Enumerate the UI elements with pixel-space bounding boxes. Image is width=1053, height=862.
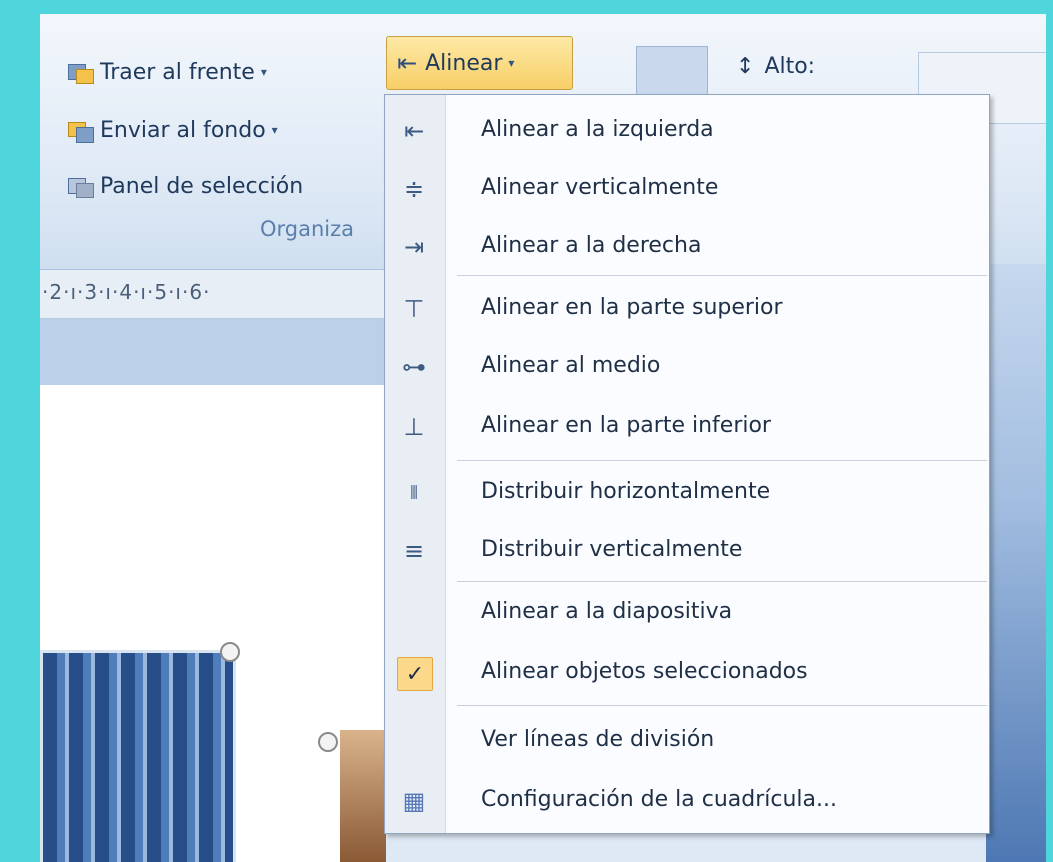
menu-item-label: Distribuir horizontalmente — [481, 479, 771, 504]
menu-item-label: Alinear a la derecha — [481, 233, 702, 258]
align-icon: ⇤ — [397, 49, 418, 77]
grid-icon: ▦ — [402, 787, 426, 815]
resize-handle[interactable] — [318, 732, 338, 752]
enviar-al-fondo-button[interactable]: Enviar al fondo ▾ — [68, 110, 278, 150]
enviar-al-fondo-label: Enviar al fondo — [100, 117, 266, 143]
align-bottom-icon: ⊥ — [403, 413, 425, 441]
traer-al-frente-button[interactable]: Traer al frente ▾ — [68, 52, 267, 92]
alinear-button[interactable]: ⇤ Alinear ▾ — [386, 36, 573, 90]
align-middle-icon: ⊶ — [402, 353, 426, 381]
traer-al-frente-label: Traer al frente — [100, 59, 255, 85]
dropdown-arrow-icon: ▾ — [271, 123, 278, 137]
resize-handle[interactable] — [220, 642, 240, 662]
checkmark-icon: ✓ — [397, 657, 433, 691]
menu-item-alinear-verticalmente[interactable]: ≑ Alinear verticalmente — [385, 163, 989, 215]
align-center-icon: ≑ — [403, 175, 425, 203]
menu-item-label: Alinear a la izquierda — [481, 117, 714, 142]
alinear-label: Alinear — [425, 50, 503, 76]
menu-item-alinear-inferior[interactable]: ⊥ Alinear en la parte inferior — [385, 401, 989, 453]
ruler-ticks: ·2·ı·3·ı·4·ı·5·ı·6· — [42, 280, 211, 304]
dropdown-arrow-icon: ▾ — [508, 56, 515, 70]
selection-pane-icon — [68, 174, 94, 198]
panel-de-seleccion-button[interactable]: Panel de selección — [68, 166, 303, 206]
menu-item-distribuir-horizontal[interactable]: ⫴ Distribuir horizontalmente — [385, 467, 989, 519]
distribute-vertical-icon: ≡ — [403, 537, 425, 565]
menu-item-label: Configuración de la cuadrícula... — [481, 787, 837, 812]
menu-item-label: Alinear en la parte superior — [481, 295, 783, 320]
menu-item-configuracion-cuadricula[interactable]: ▦ Configuración de la cuadrícula... — [385, 775, 989, 827]
menu-separator — [457, 275, 987, 276]
slide-image-2[interactable] — [340, 730, 386, 862]
menu-item-label: Alinear a la diapositiva — [481, 599, 733, 624]
menu-item-label: Ver líneas de división — [481, 727, 715, 752]
slide-edge — [986, 264, 1046, 862]
menu-item-ver-lineas-division[interactable]: Ver líneas de división — [385, 715, 989, 767]
menu-item-label: Distribuir verticalmente — [481, 537, 743, 562]
menu-item-alinear-objetos-seleccionados[interactable]: ✓ Alinear objetos seleccionados — [385, 647, 989, 699]
menu-item-alinear-derecha[interactable]: ⇥ Alinear a la derecha — [385, 221, 989, 273]
menu-separator — [457, 460, 987, 461]
distribute-horizontal-icon: ⫴ — [410, 482, 418, 504]
slide-image[interactable] — [40, 650, 236, 862]
menu-separator — [457, 581, 987, 582]
menu-item-label: Alinear en la parte inferior — [481, 413, 771, 438]
menu-item-alinear-superior[interactable]: ⊤ Alinear en la parte superior — [385, 283, 989, 335]
height-icon: ↕ — [736, 54, 755, 79]
menu-separator — [457, 705, 987, 706]
menu-item-distribuir-vertical[interactable]: ≡ Distribuir verticalmente — [385, 525, 989, 577]
group-label-organizar: Organiza — [260, 217, 355, 241]
menu-item-label: Alinear verticalmente — [481, 175, 719, 200]
size-group: ↕ Alto: — [612, 40, 1046, 124]
bring-to-front-icon — [68, 60, 94, 84]
alto-label: ↕ Alto: — [736, 54, 815, 79]
menu-item-alinear-diapositiva[interactable]: Alinear a la diapositiva — [385, 587, 989, 639]
menu-item-alinear-izquierda[interactable]: ⇤ Alinear a la izquierda — [385, 105, 989, 157]
panel-de-seleccion-label: Panel de selección — [100, 173, 304, 199]
alto-text: Alto: — [764, 54, 816, 79]
slide-header-strip — [40, 319, 386, 385]
align-top-icon: ⊤ — [403, 295, 425, 323]
align-right-icon: ⇥ — [403, 233, 425, 261]
alinear-dropdown-menu: ⇤ Alinear a la izquierda ≑ Alinear verti… — [384, 94, 990, 834]
dropdown-arrow-icon: ▾ — [260, 65, 267, 79]
align-left-icon: ⇤ — [403, 117, 425, 145]
menu-item-label: Alinear al medio — [481, 353, 661, 378]
menu-item-label: Alinear objetos seleccionados — [481, 659, 808, 684]
send-to-back-icon — [68, 118, 94, 143]
menu-item-alinear-medio[interactable]: ⊶ Alinear al medio — [385, 341, 989, 393]
